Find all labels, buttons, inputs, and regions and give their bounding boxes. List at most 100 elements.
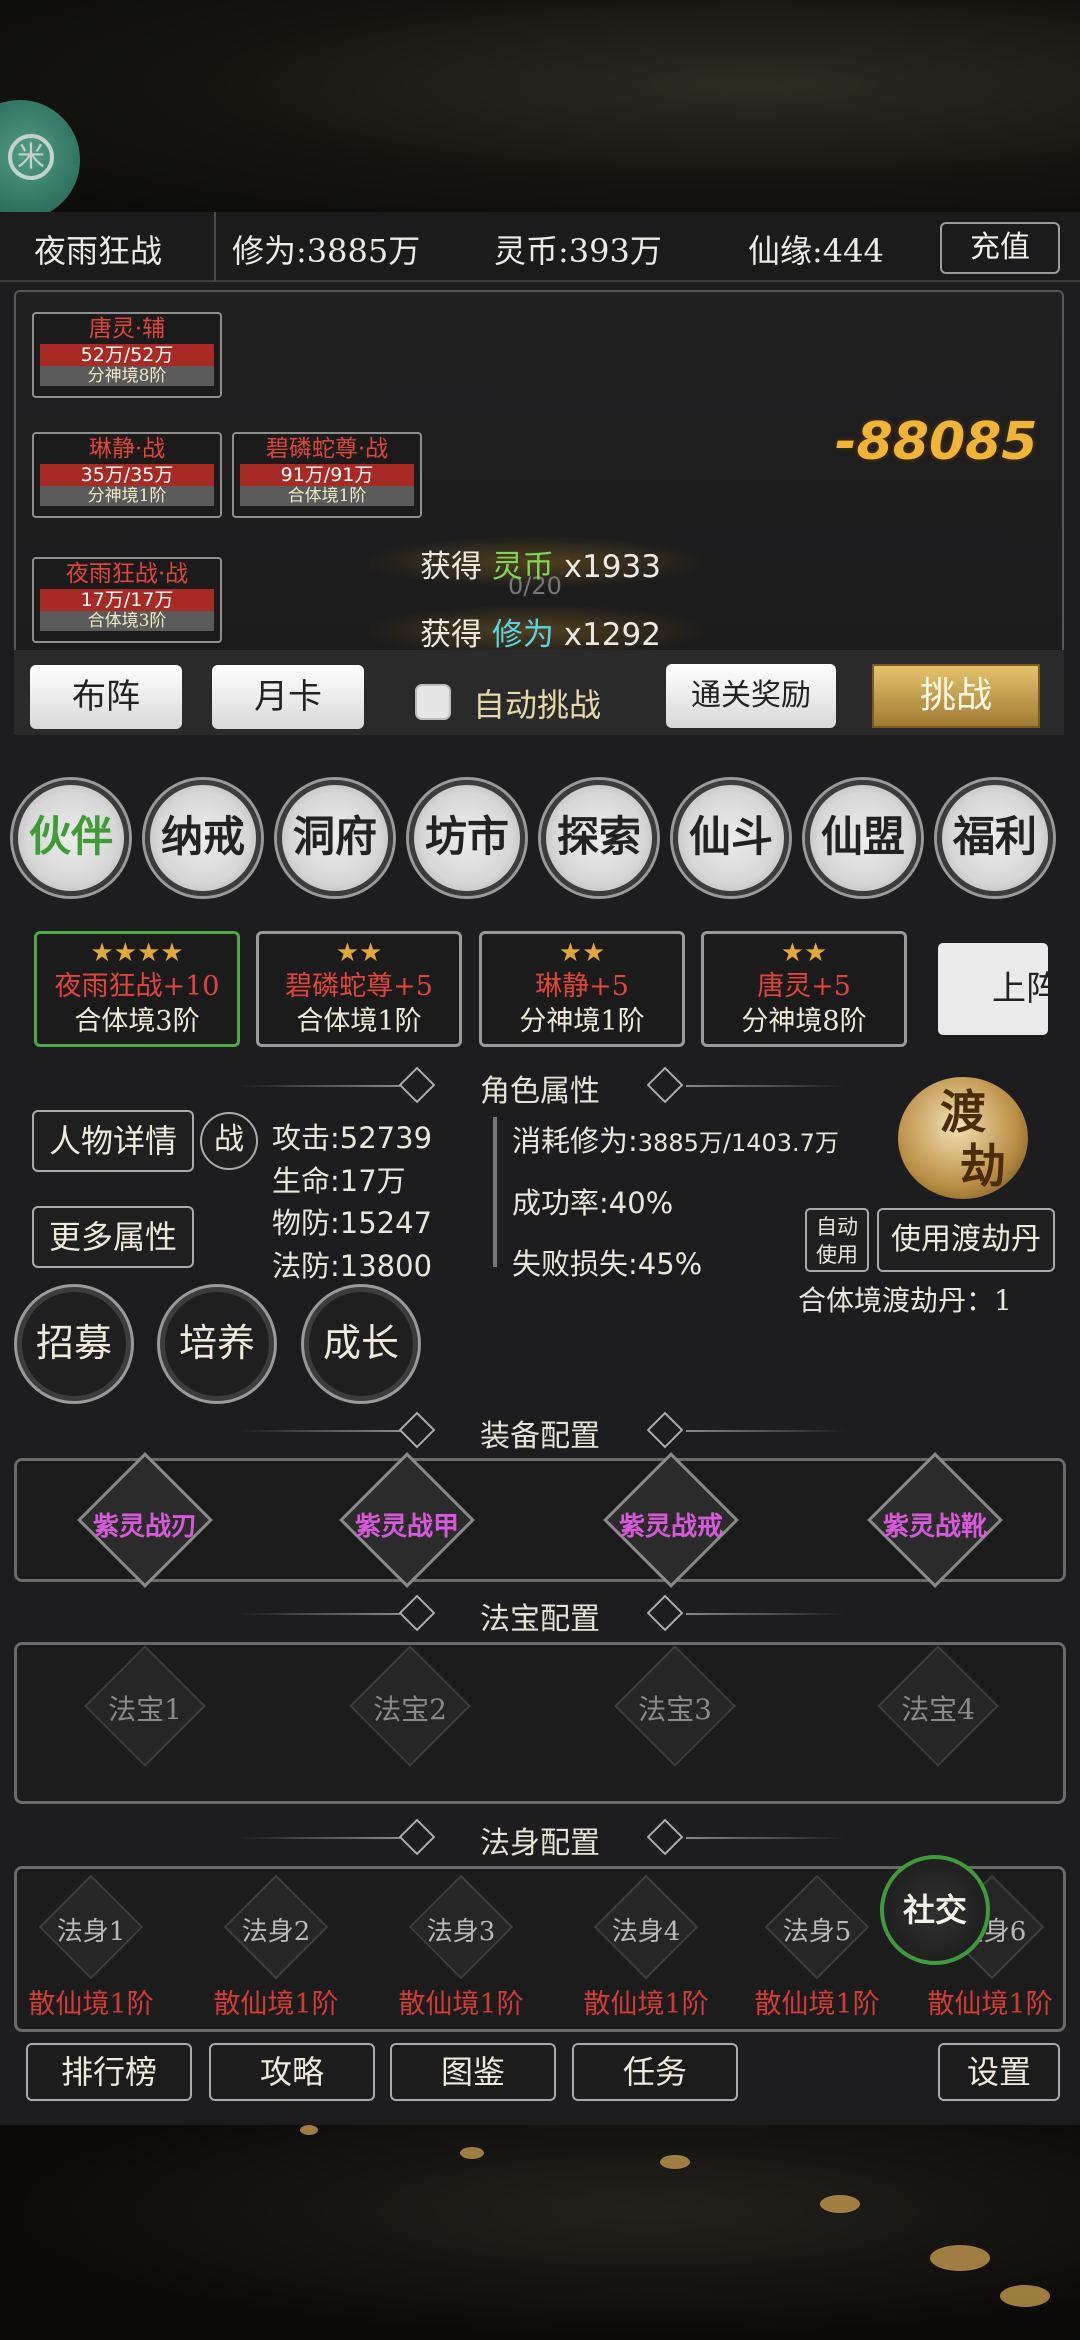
unit-name: 琳静·战 — [88, 436, 166, 462]
seal-char: 劫 — [960, 1139, 1006, 1193]
tribulation-seal[interactable]: 渡 劫 — [898, 1077, 1028, 1199]
damage-number: -88085 — [835, 412, 1038, 472]
fail-loss: 失败损失:45% — [512, 1247, 703, 1281]
settings-button[interactable]: 设置 — [938, 2043, 1060, 2101]
formation-button[interactable]: 布阵 — [30, 665, 182, 729]
unit-hp-bar: 91万/91万 — [240, 464, 414, 486]
codex-button[interactable]: 图鉴 — [390, 2043, 556, 2101]
challenge-button[interactable]: 挑战 — [872, 664, 1040, 728]
partner-name: 夜雨狂战+10 — [54, 971, 220, 1002]
auto-challenge-checkbox[interactable] — [415, 684, 451, 720]
menu-storage-ring[interactable]: 纳戒 — [145, 780, 261, 896]
cultivation-stat: 修为:3885万 — [232, 232, 421, 270]
battle-power-button[interactable]: 战 — [200, 1112, 258, 1170]
auto-challenge-label: 自动挑战 — [473, 686, 602, 724]
unit-name: 碧磷蛇尊·战 — [265, 436, 389, 462]
tribulation-pill-count: 合体境渡劫丹：1 — [798, 1284, 1012, 1317]
gold-fleck-icon — [460, 2147, 484, 2159]
partner-card[interactable]: ★★★★ 夜雨狂战+10 合体境3阶 — [34, 931, 240, 1047]
star-rating-icon: ★★ — [558, 938, 606, 968]
gold-fleck-icon — [820, 2195, 860, 2213]
more-attributes-button[interactable]: 更多属性 — [32, 1206, 194, 1268]
cultivate-button[interactable]: 培养 — [160, 1287, 274, 1401]
divider — [214, 212, 216, 282]
dharma-body-rank: 散仙境1阶 — [583, 1989, 709, 2020]
partner-card[interactable]: ★★ 琳静+5 分神境1阶 — [479, 931, 685, 1047]
divider — [686, 1085, 846, 1087]
unit-hp-bar: 17万/17万 — [40, 589, 214, 611]
dharma-body-rank: 散仙境1阶 — [398, 1989, 524, 2020]
auto-use-toggle[interactable]: 自动 使用 — [805, 1208, 869, 1272]
treasure-label: 法宝1 — [108, 1693, 182, 1726]
menu-alliance[interactable]: 仙盟 — [805, 780, 921, 896]
dharma-body-label: 法身3 — [426, 1917, 496, 1947]
gold-fleck-icon — [300, 2125, 318, 2135]
partner-card[interactable]: ★★ 碧磷蛇尊+5 合体境1阶 — [256, 931, 462, 1047]
reward-amount: x1933 — [563, 549, 661, 585]
clear-reward-button[interactable]: 通关奖励 — [666, 664, 836, 728]
reward-item: 灵币 — [491, 549, 554, 585]
reward-line: 获得 修为 x1292 — [420, 609, 661, 654]
character-details-button[interactable]: 人物详情 — [32, 1110, 194, 1172]
unit-card[interactable]: 夜雨狂战·战 17万/17万 合体境3阶 — [32, 557, 222, 643]
tasks-button[interactable]: 任务 — [572, 2043, 738, 2101]
star-rating-icon: ★★★★ — [90, 938, 184, 968]
treasure-label: 法宝3 — [638, 1693, 712, 1726]
unit-card[interactable]: 琳静·战 35万/35万 分神境1阶 — [32, 432, 222, 518]
menu-cave[interactable]: 洞府 — [277, 780, 393, 896]
menu-market[interactable]: 坊市 — [409, 780, 525, 896]
reward-item: 修为 — [491, 617, 554, 653]
reward-amount: x1292 — [563, 617, 661, 653]
divider — [686, 1837, 846, 1839]
life-stat: 生命:17万 — [272, 1164, 406, 1198]
partner-rank: 分神境1阶 — [519, 1006, 645, 1037]
menu-partner[interactable]: 伙伴 — [13, 780, 129, 896]
menu-welfare[interactable]: 福利 — [937, 780, 1053, 896]
dharma-body-label: 法身1 — [56, 1917, 126, 1947]
menu-explore[interactable]: 探索 — [541, 780, 657, 896]
partner-rank: 合体境3阶 — [74, 1006, 200, 1037]
unit-hp-bar: 35万/35万 — [40, 464, 214, 486]
menu-arena[interactable]: 仙斗 — [673, 780, 789, 896]
equipment-name: 紫灵战刃 — [92, 1512, 197, 1542]
attack-stat: 攻击:52739 — [272, 1121, 433, 1155]
scenery-background — [0, 0, 1080, 215]
unit-card[interactable]: 碧磷蛇尊·战 91万/91万 合体境1阶 — [232, 432, 422, 518]
partner-name: 唐灵+5 — [757, 971, 851, 1002]
partner-name: 琳静+5 — [535, 971, 629, 1002]
recruit-button[interactable]: 招募 — [17, 1287, 131, 1401]
unit-rank: 合体境1阶 — [240, 486, 414, 506]
growth-button[interactable]: 成长 — [304, 1287, 418, 1401]
gold-fleck-icon — [930, 2245, 990, 2271]
partner-rank: 分神境8阶 — [741, 1006, 867, 1037]
auto-use-label: 使用 — [816, 1243, 858, 1267]
partner-name: 碧磷蛇尊+5 — [285, 971, 433, 1002]
magic-def-stat: 法防:13800 — [272, 1249, 433, 1283]
consume-label: 消耗修为: — [512, 1124, 638, 1158]
recharge-button[interactable]: 充值 — [940, 222, 1060, 274]
unit-name: 夜雨狂战·战 — [65, 561, 189, 587]
top-status-bar: 夜雨狂战 修为:3885万 灵币:393万 仙缘:444 充值 — [0, 212, 1080, 282]
dharma-body-label: 法身2 — [241, 1917, 311, 1947]
player-name: 夜雨狂战 — [34, 232, 163, 270]
monthly-card-button[interactable]: 月卡 — [212, 665, 364, 729]
consume-value: 3885万/1403.7万 — [637, 1129, 839, 1157]
unit-hp-bar: 52万/52万 — [40, 344, 214, 366]
deploy-button[interactable]: 上阵 — [938, 943, 1048, 1035]
use-tribulation-pill-button[interactable]: 使用渡劫丹 — [877, 1208, 1055, 1272]
phys-def-stat: 物防:15247 — [272, 1206, 433, 1240]
star-rating-icon: ★★ — [335, 938, 383, 968]
seal-char: 渡 — [940, 1085, 986, 1139]
divider — [493, 1117, 497, 1267]
equipment-name: 紫灵战甲 — [354, 1512, 459, 1542]
unit-card[interactable]: 唐灵·辅 52万/52万 分神境8阶 — [32, 312, 222, 398]
guide-button[interactable]: 攻略 — [209, 2043, 375, 2101]
gold-fleck-icon — [660, 2155, 690, 2169]
social-button[interactable]: 社交 — [880, 1855, 990, 1965]
unit-rank: 合体境3阶 — [40, 611, 214, 631]
leaderboard-button[interactable]: 排行榜 — [26, 2043, 192, 2101]
dharma-body-rank: 散仙境1阶 — [754, 1989, 880, 2020]
immortal-fate-stat: 仙缘:444 — [748, 232, 884, 270]
treasure-label: 法宝2 — [373, 1693, 447, 1726]
partner-card[interactable]: ★★ 唐灵+5 分神境8阶 — [701, 931, 907, 1047]
